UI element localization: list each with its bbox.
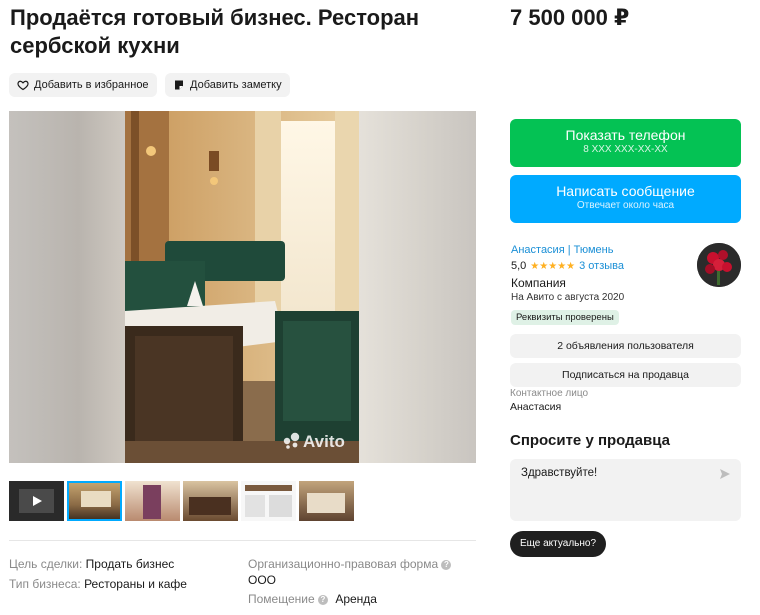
gallery-blur-right [359, 111, 476, 463]
send-icon[interactable] [719, 468, 731, 480]
add-note-button[interactable]: Добавить заметку [165, 73, 290, 97]
add-to-favorites-label: Добавить в избранное [34, 79, 149, 91]
help-icon[interactable]: ? [441, 560, 452, 570]
ask-seller-title: Спросите у продавца [510, 432, 670, 449]
detail-premises: Помещение ? Аренда [248, 592, 377, 606]
thumbnail-strip [9, 481, 354, 521]
section-divider [9, 540, 476, 541]
heart-icon [17, 79, 29, 91]
listing-title: Продаётся готовый бизнес. Ресторан сербс… [10, 5, 420, 58]
detail-deal-goal: Цель сделки: Продать бизнес [9, 557, 175, 571]
detail-legal-form: Организационно-правовая форма ? ООО [248, 556, 452, 588]
contact-person-name: Анастасия [510, 401, 562, 413]
play-icon [33, 496, 42, 506]
listing-price: 7 500 000 ₽ [510, 5, 630, 30]
seller-avatar[interactable] [697, 243, 741, 287]
thumbnail-photo[interactable] [299, 481, 354, 521]
message-input-text: Здравствуйте! [521, 467, 598, 479]
contact-person-label: Контактное лицо [510, 388, 589, 399]
verified-badge: Реквизиты проверены [511, 310, 619, 325]
note-icon [173, 79, 185, 91]
thumbnail-menu[interactable] [241, 481, 296, 521]
thumbnail-photo[interactable] [125, 481, 180, 521]
add-note-label: Добавить заметку [190, 79, 282, 91]
thumbnail-photo[interactable] [183, 481, 238, 521]
help-icon[interactable]: ? [317, 595, 328, 605]
show-phone-button[interactable]: Показать телефон 8 XXX XXX-XX-XX [510, 119, 741, 167]
seller-since: На Авито с августа 2020 [511, 292, 625, 303]
reviews-link[interactable]: 3 отзыва [579, 260, 624, 272]
quick-reply-button[interactable]: Еще актуально? [510, 531, 607, 557]
seller-name-link[interactable]: Анастасия | Тюмень [511, 244, 613, 256]
svg-text:Avito: Avito [303, 432, 345, 451]
seller-type: Компания [511, 276, 566, 290]
write-message-button[interactable]: Написать сообщение Отвечает около часа [510, 175, 741, 223]
thumbnail-video[interactable] [9, 481, 64, 521]
add-to-favorites-button[interactable]: Добавить в избранное [9, 73, 157, 97]
star-rating-icon: ★★★★★ [530, 260, 576, 272]
gallery-blur-left [9, 111, 125, 463]
message-input[interactable]: Здравствуйте! [510, 459, 741, 521]
seller-rating: 5,0 ★★★★★ 3 отзыва [511, 260, 624, 272]
detail-business-type: Тип бизнеса: Рестораны и кафе [9, 577, 187, 591]
rating-value: 5,0 [511, 260, 527, 272]
restaurant-photo: Avito [125, 111, 359, 463]
photo-gallery[interactable]: Avito [9, 111, 476, 463]
user-listings-button[interactable]: 2 объявления пользователя [510, 334, 741, 358]
subscribe-seller-button[interactable]: Подписаться на продавца [510, 363, 741, 387]
thumbnail-photo[interactable] [67, 481, 122, 521]
